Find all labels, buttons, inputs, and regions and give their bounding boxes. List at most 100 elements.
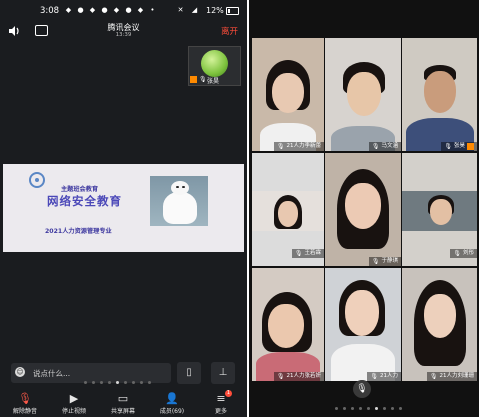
mic-muted-icon: 🎙 (18, 392, 32, 405)
page-indicator (84, 381, 164, 385)
page-dot[interactable] (148, 381, 151, 384)
self-name: 张昊 (207, 78, 220, 85)
participant-face (424, 71, 456, 113)
menu-icon: ≡ (216, 392, 226, 405)
members-button[interactable]: 👤 成员(69) (148, 390, 196, 417)
participant-label: 🎙 21人力张若妍 (273, 372, 324, 381)
school-logo (29, 172, 45, 188)
participant-name: 21人力李新蕾 (286, 143, 322, 149)
mic-icon: 🎙 (371, 258, 380, 265)
robot-eye (182, 186, 185, 188)
participant-face (347, 72, 381, 116)
participant-face (268, 304, 304, 348)
more-button[interactable]: ≡ 1 更多 (197, 390, 245, 417)
mic-icon: 🎙 (294, 250, 303, 257)
mic-icon: 🎙 (371, 143, 380, 150)
pin-button[interactable]: ⊥ (211, 362, 235, 384)
share-screen-icon: ▭ (117, 392, 129, 405)
participant-label: 🎙 于静琪 (368, 257, 401, 266)
mic-icon: 🎙 (276, 373, 285, 380)
page-dot[interactable] (124, 381, 127, 384)
participant-name: 王若霖 (304, 250, 321, 256)
video-tile[interactable]: 🎙 于静琪 (325, 153, 401, 266)
pin-icon: ⊥ (218, 367, 228, 378)
notification-icon: ◆ (89, 6, 96, 14)
shared-screen-slide: 主题班会教育 网络安全教育 2021人力资源管理专业 (3, 164, 244, 252)
participant-label: 🎙 21人力李新蕾 (273, 142, 324, 151)
notification-badge: 1 (225, 390, 232, 397)
status-bar: 3:08 ◆ ● ◆ ● ◆ ● ◆ • ✕ ◢ 12% (0, 0, 247, 20)
members-icon: 👤 (165, 392, 179, 405)
notification-icon: ◆ (65, 6, 72, 14)
toolbar-label: 共享屏幕 (110, 408, 135, 415)
page-dot[interactable] (100, 381, 103, 384)
meeting-screen-left: 3:08 ◆ ● ◆ ● ◆ ● ◆ • ✕ ◢ 12% 腾讯会议 13:39 … (0, 0, 247, 417)
share-screen-button[interactable]: ▭ 共享屏幕 (99, 390, 147, 417)
video-tile[interactable]: 🎙 21人力刘珊珊 (402, 268, 477, 381)
page-dot[interactable] (92, 381, 95, 384)
participant-name: 于静琪 (381, 258, 398, 264)
participant-face (430, 199, 452, 225)
participant-name: 张昊 (453, 143, 465, 149)
participant-face (424, 294, 456, 338)
mic-icon: 🎙 (453, 250, 461, 257)
video-tile[interactable]: 🎙 刘彤 (402, 153, 477, 266)
avatar (201, 50, 228, 77)
gallery-view: 🎙 21人力李新蕾 🎙 马文涵 🎙 张昊 🎙 王若霖 🎙 于静琪 🎙 刘彤 🎙 21人力张若妍 (249, 0, 479, 417)
robot-illustration (163, 192, 197, 224)
participant-face (345, 290, 379, 336)
participant-label: 🎙 刘彤 (450, 249, 477, 258)
participant-label: 🎙 21人力刘珊珊 (426, 372, 477, 381)
meeting-clock: 13:39 (115, 32, 132, 38)
emoji-icon[interactable]: ☺ (15, 367, 25, 377)
host-icon (190, 76, 197, 83)
mic-icon: 🎙 (444, 143, 452, 150)
wifi-icon: ◢ (191, 6, 198, 14)
toolbar-label: 停止视频 (61, 408, 86, 415)
participant-label: 🎙 21人力 (367, 372, 401, 381)
bottom-toolbar: 🎙 解除静音 ▶ 停止视频 ▭ 共享屏幕 👤 成员(69) ≡ 1 更多 (0, 390, 247, 417)
slide-subtitle: 主题班会教育 (61, 186, 99, 193)
page-dot[interactable] (391, 407, 394, 410)
page-dot[interactable] (351, 407, 354, 410)
participant-label: 🎙 王若霖 (291, 249, 324, 258)
status-time: 3:08 (40, 6, 60, 16)
host-icon (467, 143, 474, 150)
page-dot[interactable] (359, 407, 362, 410)
page-dot[interactable] (343, 407, 346, 410)
unmute-button[interactable]: 🎙 解除静音 (1, 390, 49, 417)
page-dot[interactable] (367, 407, 370, 410)
mic-icon: 🎙 (429, 373, 438, 380)
page-dot[interactable] (132, 381, 135, 384)
self-video-thumbnail[interactable]: 🎙 张昊 (188, 46, 241, 86)
page-dot[interactable] (84, 381, 87, 384)
page-dot-active[interactable] (116, 381, 119, 384)
video-tile[interactable]: 🎙 21人力 (325, 268, 401, 381)
page-dot-active[interactable] (375, 407, 378, 410)
participant-name: 21人力 (380, 373, 398, 379)
stop-video-button[interactable]: ▶ 停止视频 (50, 390, 98, 417)
page-dot[interactable] (399, 407, 402, 410)
robot-eye (176, 186, 179, 188)
slide-major: 2021人力资源管理专业 (45, 228, 112, 235)
mic-button[interactable]: 🎙 (353, 380, 371, 398)
video-tile[interactable]: 🎙 21人力李新蕾 (252, 38, 324, 151)
participant-face (278, 201, 298, 227)
meeting-header: 腾讯会议 13:39 离开 (0, 18, 247, 42)
chat-input[interactable]: ☺ 说点什么... (11, 363, 171, 383)
participant-name: 刘彤 (462, 250, 474, 256)
toolbar-label: 更多 (214, 408, 227, 415)
gallery-page-indicator (335, 407, 415, 411)
page-dot[interactable] (383, 407, 386, 410)
screen-rotate-button[interactable]: ▯ (177, 362, 201, 384)
silent-icon: ✕ (177, 6, 184, 14)
leave-button[interactable]: 离开 (221, 25, 238, 37)
video-tile[interactable]: 🎙 王若霖 (252, 153, 324, 266)
video-tile[interactable]: 🎙 21人力张若妍 (252, 268, 324, 381)
video-tile[interactable]: 🎙 张昊 (402, 38, 477, 151)
page-dot[interactable] (108, 381, 111, 384)
page-dot[interactable] (335, 407, 338, 410)
battery-icon (226, 7, 239, 15)
video-tile[interactable]: 🎙 马文涵 (325, 38, 401, 151)
page-dot[interactable] (140, 381, 143, 384)
